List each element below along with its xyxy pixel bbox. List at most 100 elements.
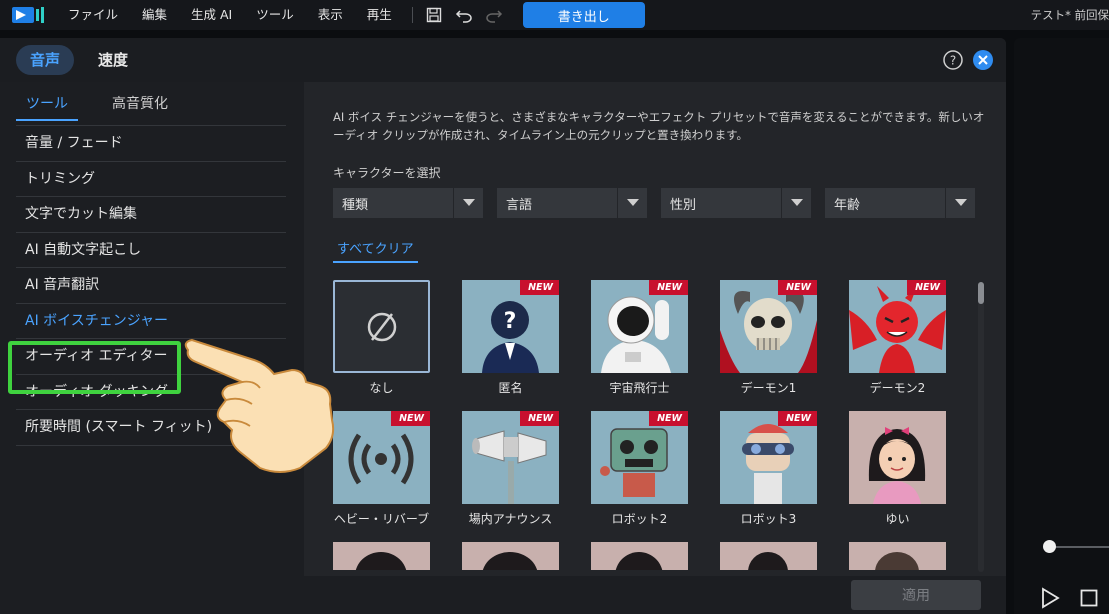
person-avatar-icon xyxy=(720,542,817,570)
character-card-robot3[interactable]: NEW ロボット3 xyxy=(720,411,817,527)
character-label: デーモン1 xyxy=(740,381,797,395)
filter-age-label: 年齢 xyxy=(834,197,861,213)
new-badge: NEW xyxy=(391,411,430,426)
grid-scrollbar[interactable] xyxy=(978,282,984,572)
new-badge: NEW xyxy=(520,280,559,295)
menu-tools[interactable]: ツール xyxy=(244,0,306,30)
sub-tab-enhance[interactable]: 高音質化 xyxy=(102,87,178,119)
character-card-row3-3[interactable] xyxy=(591,542,688,570)
clear-all-link[interactable]: すべてクリア xyxy=(333,236,418,263)
close-icon[interactable] xyxy=(972,49,994,71)
character-card-yui[interactable]: ゆい xyxy=(849,411,946,527)
stop-icon[interactable] xyxy=(1080,589,1098,607)
character-card-demon1[interactable]: NEW デーモン1 xyxy=(720,280,817,396)
character-grid: なし ? NEW 匿名 NEW 宇宙飛行士 NEW デーモン1 NEW デーモン… xyxy=(333,280,973,570)
undo-icon[interactable] xyxy=(455,6,473,24)
filter-language-dropdown[interactable]: 言語 xyxy=(497,188,647,218)
no-effect-icon xyxy=(333,280,430,373)
character-card-row3-4[interactable] xyxy=(720,542,817,570)
character-card-none[interactable]: なし xyxy=(333,280,430,396)
character-card-announcement[interactable]: NEW 場内アナウンス xyxy=(462,411,559,527)
apply-button[interactable]: 適用 xyxy=(851,580,981,610)
character-card-row3-2[interactable] xyxy=(462,542,559,570)
tool-item-ai-transcription[interactable]: AI 自動文字起こし xyxy=(16,233,286,268)
robot-avatar-icon: NEW xyxy=(720,411,817,504)
character-card-row3-5[interactable] xyxy=(849,542,946,570)
feature-description: AI ボイス チェンジャーを使うと、さまざまなキャラクターやエフェクト プリセッ… xyxy=(333,110,985,142)
menu-edit[interactable]: 編集 xyxy=(130,0,179,30)
character-label: 匿名 xyxy=(498,381,523,395)
app-logo-icon xyxy=(12,7,44,23)
girl-avatar-icon xyxy=(849,411,946,504)
filter-type-dropdown[interactable]: 種類 xyxy=(333,188,483,218)
character-card-robot2[interactable]: NEW ロボット2 xyxy=(591,411,688,527)
character-card-demon2[interactable]: NEW デーモン2 xyxy=(849,280,946,396)
timeline-slider-track[interactable] xyxy=(1054,546,1109,548)
character-label: 宇宙飛行士 xyxy=(609,381,670,395)
export-button[interactable]: 書き出し xyxy=(522,2,645,28)
menu-file[interactable]: ファイル xyxy=(56,0,130,30)
save-icon[interactable] xyxy=(425,6,443,24)
skull-demon-avatar-icon: NEW xyxy=(720,280,817,373)
red-devil-avatar-icon: NEW xyxy=(849,280,946,373)
pointing-hand-icon xyxy=(184,338,335,473)
astronaut-avatar-icon: NEW xyxy=(591,280,688,373)
preview-area xyxy=(1014,38,1109,614)
new-badge: NEW xyxy=(907,280,946,295)
character-label: ゆい xyxy=(885,512,910,526)
sub-tab-tools[interactable]: ツール xyxy=(16,87,78,121)
character-select-label: キャラクターを選択 xyxy=(333,166,441,180)
new-badge: NEW xyxy=(778,280,817,295)
character-label: デーモン2 xyxy=(869,381,926,395)
voice-changer-content: AI ボイス チェンジャーを使うと、さまざまなキャラクターやエフェクト プリセッ… xyxy=(304,82,1006,614)
character-label: ロボット3 xyxy=(740,512,797,526)
tab-speed[interactable]: 速度 xyxy=(84,45,142,75)
tool-item-ai-voice-translation[interactable]: AI 音声翻訳 xyxy=(16,268,286,304)
menu-view[interactable]: 表示 xyxy=(306,0,355,30)
character-label: ロボット2 xyxy=(611,512,668,526)
person-avatar-icon xyxy=(333,542,430,570)
character-card-astronaut[interactable]: NEW 宇宙飛行士 xyxy=(591,280,688,396)
character-card-anonymous[interactable]: ? NEW 匿名 xyxy=(462,280,559,396)
svg-text:?: ? xyxy=(504,309,517,334)
redo-icon[interactable] xyxy=(485,6,503,24)
highlight-box xyxy=(8,341,181,394)
chevron-down-icon xyxy=(945,188,975,218)
tab-audio[interactable]: 音声 xyxy=(16,45,75,75)
filter-language-label: 言語 xyxy=(506,197,533,213)
character-card-heavy-reverb[interactable]: NEW ヘビー・リバーブ xyxy=(333,411,430,527)
chevron-down-icon xyxy=(453,188,483,218)
filter-row: 種類 言語 性別 年齢 xyxy=(333,188,989,218)
scrollbar-thumb[interactable] xyxy=(978,282,984,304)
character-card-row3-1[interactable] xyxy=(333,542,430,570)
chevron-down-icon xyxy=(617,188,647,218)
timeline-slider-knob[interactable] xyxy=(1043,540,1056,553)
tool-item-text-cut-edit[interactable]: 文字でカット編集 xyxy=(16,197,286,233)
svg-text:?: ? xyxy=(950,54,956,68)
person-avatar-icon xyxy=(591,542,688,570)
panel-header: 音声 速度 ? xyxy=(0,38,1006,82)
filter-gender-label: 性別 xyxy=(670,197,697,213)
top-bar: ファイル 編集 生成 AI ツール 表示 再生 書き出し テスト* 前回保 xyxy=(0,0,1109,30)
project-title: テスト* 前回保 xyxy=(1030,8,1109,22)
audio-panel: 音声 速度 ? ツール 高音質化 音量 / フェード トリミング 文字でカット編… xyxy=(0,38,1006,614)
character-label: 場内アナウンス xyxy=(468,512,553,526)
tool-item-trimming[interactable]: トリミング xyxy=(16,162,286,197)
toolbar-divider xyxy=(411,7,413,23)
menu-playback[interactable]: 再生 xyxy=(355,0,404,30)
help-icon[interactable]: ? xyxy=(942,49,964,71)
panel-footer: 適用 xyxy=(304,576,1006,614)
new-badge: NEW xyxy=(649,280,688,295)
reverb-wave-icon: NEW xyxy=(333,411,430,504)
anonymous-avatar-icon: ? NEW xyxy=(462,280,559,373)
play-icon[interactable] xyxy=(1040,587,1060,609)
character-label: ヘビー・リバーブ xyxy=(333,512,430,526)
filter-gender-dropdown[interactable]: 性別 xyxy=(661,188,811,218)
new-badge: NEW xyxy=(778,411,817,426)
menu-generative-ai[interactable]: 生成 AI xyxy=(179,0,244,30)
person-avatar-icon xyxy=(849,542,946,570)
filter-type-label: 種類 xyxy=(342,197,369,213)
tool-item-volume-fade[interactable]: 音量 / フェード xyxy=(16,126,286,162)
character-label: なし xyxy=(369,381,394,395)
filter-age-dropdown[interactable]: 年齢 xyxy=(825,188,975,218)
